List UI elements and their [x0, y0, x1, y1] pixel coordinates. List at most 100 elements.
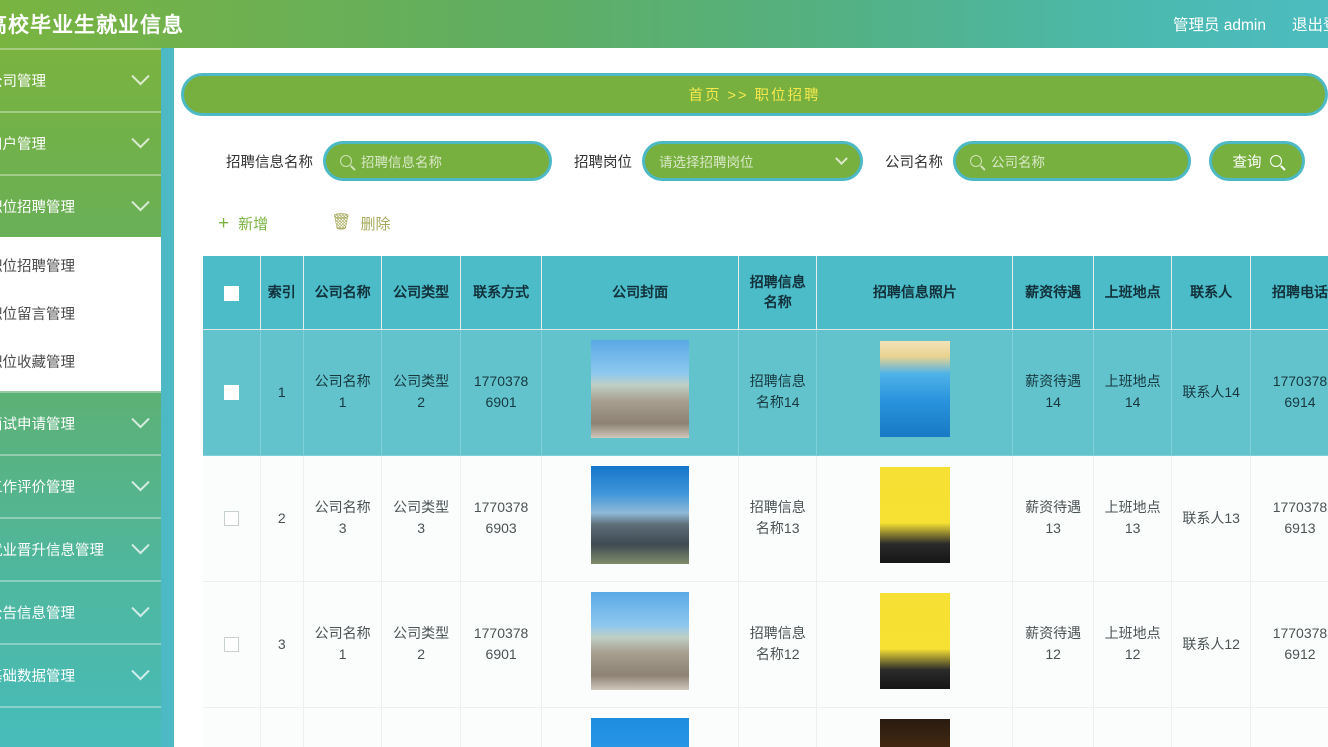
sidebar-item-promotion-info-management[interactable]: 就业晋升信息管理 — [0, 517, 161, 580]
table-row[interactable]: 2 公司名称 3 公司类型 3 1770378 6903 招聘信息 名称13 薪资待遇 13 上班地点… — [203, 455, 1328, 582]
cell-recruit-phone: 1770378 6912 — [1250, 581, 1328, 708]
query-button[interactable]: 查询 — [1209, 141, 1305, 181]
table-row[interactable] — [203, 707, 1328, 747]
table-row[interactable]: 3 公司名称 1 公司类型 2 1770378 6901 招聘信息 名称12 薪资待遇 12 上班地点… — [203, 581, 1328, 708]
chevron-down-icon — [131, 130, 150, 149]
column-job-photo[interactable]: 招聘信息照片 — [816, 256, 1014, 330]
sidebar-item-job-recruitment-management[interactable]: 职位招聘管理 — [0, 174, 161, 237]
sidebar-item-label: 公司管理 — [0, 74, 46, 90]
sidebar-subitem-job-favorite[interactable]: 职位收藏管理 — [0, 337, 161, 385]
cell-company-type: 公司类型 3 — [381, 455, 461, 582]
cell-recruit-phone — [1250, 707, 1328, 747]
breadcrumb: 首页 >> 职位招聘 — [181, 73, 1328, 116]
column-recruit-phone[interactable]: 招聘电话 — [1250, 256, 1328, 330]
search-post-select[interactable]: 请选择招聘岗位 — [642, 141, 863, 181]
row-checkbox[interactable] — [223, 385, 239, 401]
cell-job-name: 招聘信息 名称14 — [738, 329, 818, 456]
sidebar-scrollbar[interactable] — [161, 48, 174, 747]
job-photo-image[interactable] — [879, 719, 950, 747]
chevron-down-icon — [131, 599, 150, 618]
cell-contact: 1770378 6901 — [460, 581, 543, 708]
sidebar-nav[interactable]: 公司管理 用户管理 职位招聘管理 职位招聘管理 职位留言管理 职位收藏管理 面试… — [0, 48, 161, 747]
row-checkbox-cell[interactable] — [203, 581, 261, 708]
search-name-label: 招聘信息名称 — [226, 154, 313, 171]
company-cover-image[interactable] — [591, 466, 690, 564]
search-company-input[interactable]: 公司名称 — [953, 141, 1191, 181]
row-checkbox-cell[interactable] — [203, 707, 261, 747]
sidebar-subitem-job-recruitment[interactable]: 职位招聘管理 — [0, 241, 161, 289]
column-contact-person[interactable]: 联系人 — [1171, 256, 1251, 330]
search-name-input[interactable]: 招聘信息名称 — [323, 141, 552, 181]
table-toolbar: + 新增 🗑 删除 — [181, 204, 1328, 242]
current-user-label: 管理员 admin — [1172, 17, 1266, 34]
data-table-wrapper[interactable]: 索引 公司名称 公司类型 联系方式 公司封面 招聘信息 名称 招聘信息照片 薪资待… — [203, 256, 1328, 747]
cell-company-type — [381, 707, 461, 747]
sidebar-item-work-evaluation-management[interactable]: 工作评价管理 — [0, 454, 161, 517]
cell-company-type: 公司类型 2 — [381, 581, 461, 708]
search-company-placeholder: 公司名称 — [991, 155, 1045, 170]
sidebar-subitem-job-message[interactable]: 职位留言管理 — [0, 289, 161, 337]
cell-contact-person — [1171, 707, 1251, 747]
sidebar-item-label: 工作评价管理 — [0, 480, 75, 496]
cell-job-photo — [816, 707, 1014, 747]
search-post-label: 招聘岗位 — [574, 154, 632, 171]
column-contact[interactable]: 联系方式 — [460, 256, 543, 330]
column-work-place[interactable]: 上班地点 — [1093, 256, 1173, 330]
sidebar-item-company-management[interactable]: 公司管理 — [0, 48, 161, 111]
breadcrumb-text: 首页 >> 职位招聘 — [688, 88, 821, 104]
cell-work-place: 上班地点 12 — [1093, 581, 1173, 708]
search-icon — [970, 155, 982, 167]
query-button-label: 查询 — [1232, 154, 1262, 171]
column-company-type[interactable]: 公司类型 — [381, 256, 461, 330]
sidebar-item-label: 职位招聘管理 — [0, 200, 75, 216]
chevron-down-icon — [131, 193, 150, 212]
job-photo-image[interactable] — [879, 467, 950, 563]
cell-recruit-phone: 1770378 6914 — [1250, 329, 1328, 456]
table-row[interactable]: 1 公司名称 1 公司类型 2 1770378 6901 招聘信息 名称14 薪资待遇 14 上班地点… — [203, 329, 1328, 456]
add-button[interactable]: + 新增 — [218, 213, 268, 234]
job-photo-image[interactable] — [879, 341, 950, 437]
app-title: 高校毕业生就业信息 — [0, 14, 184, 37]
logout-button[interactable]: 退出登录 — [1292, 13, 1328, 35]
column-company-cover[interactable]: 公司封面 — [541, 256, 739, 330]
sidebar-item-announcement-management[interactable]: 公告信息管理 — [0, 580, 161, 643]
add-button-label: 新增 — [238, 215, 269, 233]
row-checkbox-cell[interactable] — [203, 455, 261, 582]
table-body: 1 公司名称 1 公司类型 2 1770378 6901 招聘信息 名称14 薪资待遇 14 上班地点… — [203, 329, 1328, 747]
sidebar-item-basic-data-management[interactable]: 基础数据管理 — [0, 643, 161, 706]
cell-contact — [460, 707, 543, 747]
cell-job-photo — [816, 455, 1014, 582]
sidebar-item-interview-application-management[interactable]: 面试申请管理 — [0, 391, 161, 454]
cell-company-cover — [541, 581, 739, 708]
cell-job-photo — [816, 581, 1014, 708]
row-checkbox-cell[interactable] — [203, 329, 261, 456]
column-job-name[interactable]: 招聘信息 名称 — [738, 256, 818, 330]
sidebar-item-overflow[interactable] — [0, 706, 161, 747]
column-index[interactable]: 索引 — [260, 256, 304, 330]
chevron-down-icon — [131, 67, 150, 86]
cell-index: 1 — [260, 329, 304, 456]
column-company-name[interactable]: 公司名称 — [303, 256, 383, 330]
cell-contact-person: 联系人14 — [1171, 329, 1251, 456]
row-checkbox[interactable] — [223, 637, 239, 653]
company-cover-image[interactable] — [591, 592, 690, 690]
cell-index — [260, 707, 304, 747]
search-icon — [1269, 155, 1282, 167]
sidebar-submenu-job-recruitment[interactable]: 职位招聘管理 职位留言管理 职位收藏管理 — [0, 237, 161, 391]
sidebar-item-user-management[interactable]: 用户管理 — [0, 111, 161, 174]
job-photo-image[interactable] — [879, 593, 950, 689]
header-user-area: 管理员 admin 退出登录 — [1173, 13, 1328, 35]
app-header: 高校毕业生就业信息 管理员 admin 退出登录 — [0, 0, 1328, 48]
sidebar-item-label: 面试申请管理 — [0, 417, 75, 433]
column-salary[interactable]: 薪资待遇 — [1012, 256, 1094, 330]
recruitment-table: 索引 公司名称 公司类型 联系方式 公司封面 招聘信息 名称 招聘信息照片 薪资待… — [203, 256, 1328, 747]
company-cover-image[interactable] — [591, 718, 690, 747]
company-cover-image[interactable] — [591, 340, 690, 438]
delete-button[interactable]: 🗑 删除 — [331, 213, 390, 234]
cell-job-name: 招聘信息 名称13 — [738, 455, 818, 582]
sidebar-item-label: 公告信息管理 — [0, 606, 75, 622]
row-checkbox[interactable] — [223, 511, 239, 527]
column-select-all[interactable] — [203, 256, 261, 330]
cell-work-place: 上班地点 14 — [1093, 329, 1173, 456]
select-all-checkbox[interactable] — [223, 285, 239, 301]
